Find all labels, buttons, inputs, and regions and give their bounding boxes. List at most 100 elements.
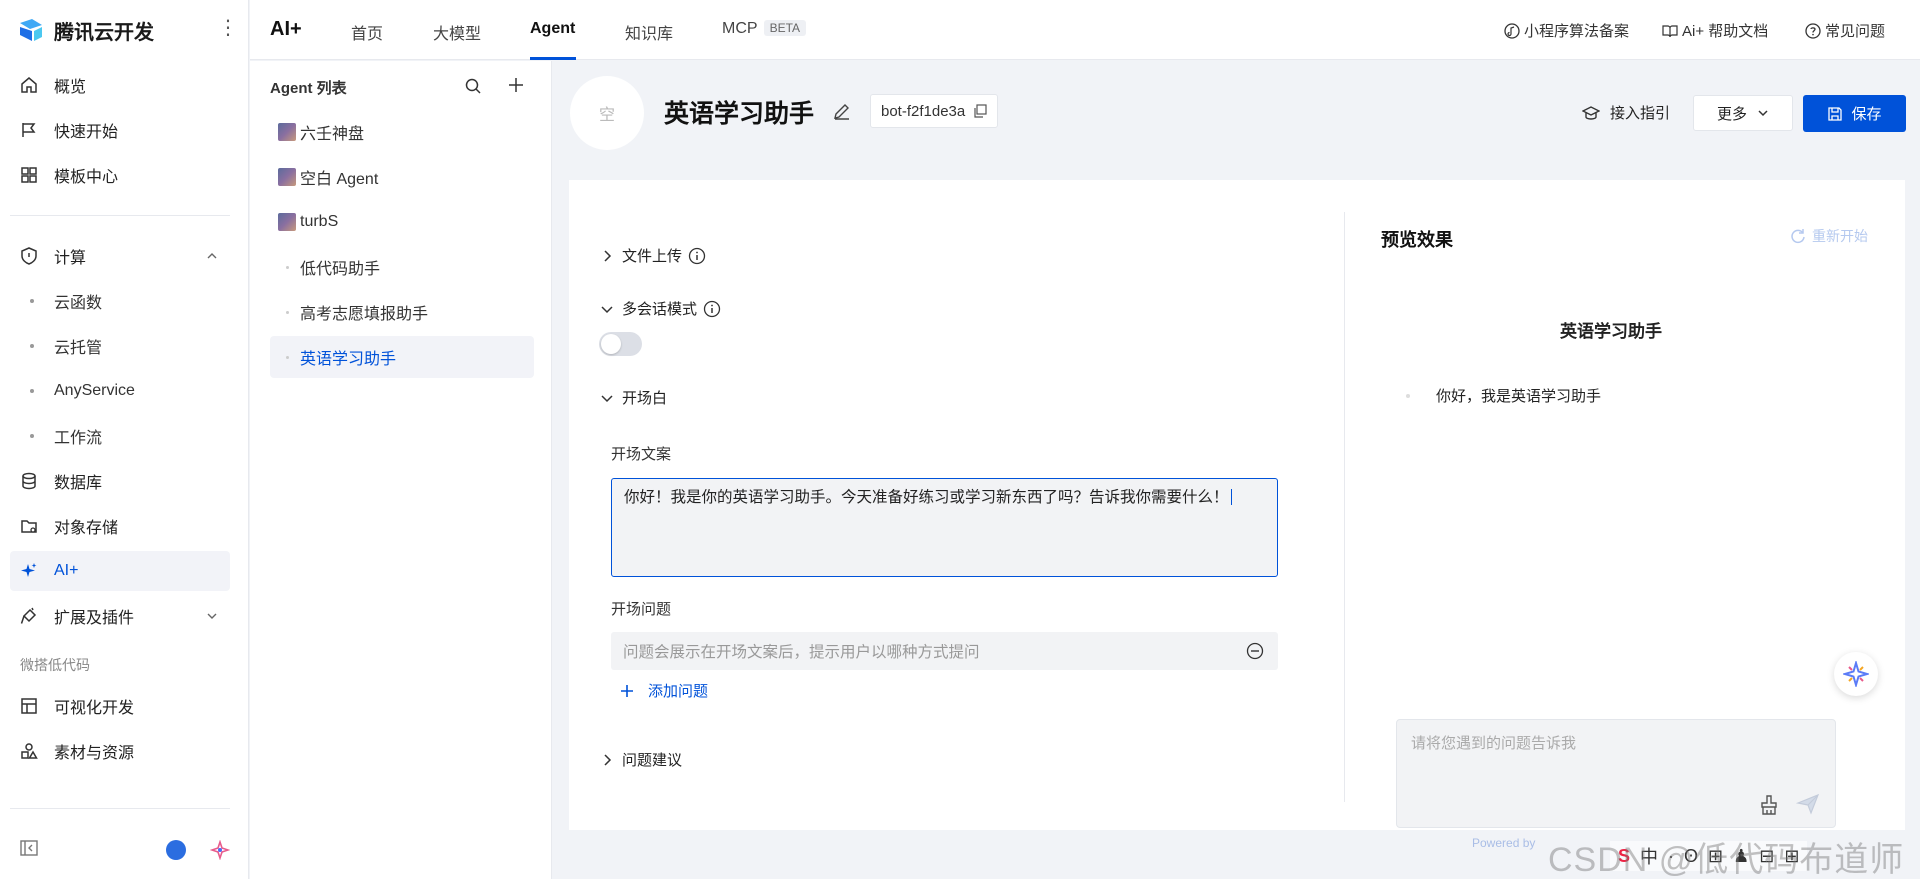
sidebar-item-ai[interactable]: AI+ [10,551,230,591]
section-opening[interactable]: 开场白 [600,387,667,408]
info-icon[interactable] [703,300,721,318]
more-vertical-icon[interactable]: ⋮ [218,18,238,38]
ime-mic[interactable]: ʘ [1684,846,1698,867]
edit-icon[interactable] [832,101,852,121]
sidebar-item-compute[interactable]: 计算 [10,236,230,276]
agent-avatar [278,213,296,231]
sidebar-item-extensions[interactable]: 扩展及插件 [10,596,230,636]
agent-item-turbs[interactable]: turbS [270,201,534,243]
sidebar-item-quickstart[interactable]: 快速开始 [10,110,230,150]
bot-id-badge[interactable]: bot-f2f1de3a [870,94,999,128]
info-icon[interactable] [688,247,706,265]
sidebar-item-workflow[interactable]: 工作流 [10,416,230,456]
send-icon[interactable] [1796,792,1820,816]
section-label: 问题建议 [622,752,683,769]
agent-name: 英语学习助手 [300,351,397,368]
sidebar-item-storage[interactable]: 对象存储 [10,506,230,546]
remove-question-icon[interactable] [1246,642,1264,660]
graduation-cap-icon [1582,105,1600,120]
agent-item-gaokao[interactable]: 高考志愿填报助手 [270,291,534,333]
save-button[interactable]: 保存 [1803,95,1906,132]
assistant-float-button[interactable] [1834,652,1878,696]
clear-chat-icon[interactable] [1758,794,1780,816]
tab-mcp[interactable]: MCP BETA [722,20,807,38]
preview-title: 预览效果 [1381,230,1453,250]
add-agent-icon[interactable] [506,75,526,95]
sidebar-item-cloudrun[interactable]: 云托管 [10,326,230,366]
ime-chinese-mode[interactable]: 中 [1640,843,1658,869]
agent-avatar [278,348,296,366]
sidebar-divider [10,215,230,216]
agent-item-english[interactable]: 英语学习助手 [270,336,534,378]
opening-question-input[interactable]: 问题会展示在开场文案后，提示用户以哪种方式提问 [611,632,1278,670]
question-circle-icon [1805,22,1821,39]
tab-models[interactable]: 大模型 [433,20,481,44]
section-file-upload[interactable]: 文件上传 [600,245,706,266]
user-avatar[interactable] [166,840,186,860]
access-guide-button[interactable]: 接入指引 [1582,102,1670,123]
section-suggestions[interactable]: 问题建议 [600,749,682,770]
agent-avatar [278,303,296,321]
more-dropdown[interactable]: 更多 [1693,95,1793,131]
tab-knowledge[interactable]: 知识库 [625,20,673,44]
multi-session-toggle[interactable] [599,332,642,356]
restart-button[interactable]: 重新开始 [1790,226,1868,246]
sidebar: 腾讯云开发 ⋮ 概览 快速开始 模板中心 计算 云函数 云托管 AnyServi… [0,0,249,879]
faq-link[interactable]: 常见问题 [1805,20,1885,41]
bot-avatar[interactable]: 空 [570,76,644,150]
opening-text-label: 开场文案 [611,446,672,463]
agent-name: turbS [300,213,339,230]
ime-punct[interactable]: · [1668,846,1674,867]
brand[interactable]: 腾讯云开发 [0,0,248,60]
agent-item-lowcode[interactable]: 低代码助手 [270,246,534,288]
bot-mini-avatar [1406,393,1410,398]
sidebar-item-database[interactable]: 数据库 [10,461,230,501]
opening-text-input[interactable]: 你好！我是你的英语学习助手。今天准备好练习或学习新东西了吗？告诉我你需要什么！ [611,478,1278,577]
sidebar-item-templates[interactable]: 模板中心 [10,155,230,195]
sidebar-item-assets[interactable]: 素材与资源 [10,731,230,771]
chevron-down-icon [601,305,613,313]
grid-icon [20,166,38,184]
bullet [30,299,34,303]
sidebar-item-overview[interactable]: 概览 [10,65,230,105]
sidebar-item-label: 模板中心 [54,169,119,186]
folder-icon [20,517,38,535]
search-icon[interactable] [464,77,482,95]
text-caret [1230,489,1232,505]
visual-icon [20,697,38,715]
tab-home[interactable]: 首页 [351,20,383,44]
sidebar-item-visual-dev[interactable]: 可视化开发 [10,686,230,726]
tab-agent[interactable]: Agent [530,20,575,38]
sidebar-item-scf[interactable]: 云函数 [10,281,230,321]
ime-skin[interactable]: ♟ [1733,846,1749,867]
active-tab-indicator [530,57,576,60]
shield-icon [20,247,38,265]
agent-item-blank[interactable]: 空白 Agent [270,156,534,198]
sidebar-item-label: AnyService [54,382,135,399]
add-question-label: 添加问题 [648,683,709,700]
ime-toolbar[interactable]: S 中 · ʘ ⊞ ♟ ⊟ ⊞ [1610,841,1808,871]
copy-icon[interactable] [973,104,987,118]
section-label: 文件上传 [622,248,683,265]
app-logo-icon[interactable] [210,840,230,860]
collapse-sidebar-icon[interactable] [20,840,38,856]
section-multi-session[interactable]: 多会话模式 [600,298,721,319]
sidebar-item-anyservice[interactable]: AnyService [10,371,230,411]
ime-apps[interactable]: ⊞ [1784,846,1799,867]
link-label: Ai+ 帮助文档 [1682,23,1769,40]
chevron-right-icon [604,753,612,766]
add-question-button[interactable]: 添加问题 [620,680,708,701]
sidebar-item-label: 可视化开发 [54,700,135,717]
chevron-up-icon [207,253,217,259]
tencent-cloud-logo-icon [20,19,42,41]
agent-item-liuren[interactable]: 六壬神盘 [270,111,534,153]
ime-toolbox[interactable]: ⊟ [1759,846,1774,867]
sidebar-item-label: AI+ [54,562,79,579]
sogou-icon[interactable]: S [1618,846,1630,867]
chat-placeholder: 请将您遇到的问题告诉我 [1411,735,1577,752]
help-docs-link[interactable]: Ai+ 帮助文档 [1662,20,1768,41]
ime-keyboard[interactable]: ⊞ [1708,846,1723,867]
link-label: 常见问题 [1825,23,1886,40]
bullet [30,434,34,438]
mini-program-filing-link[interactable]: 小程序算法备案 [1504,20,1629,41]
